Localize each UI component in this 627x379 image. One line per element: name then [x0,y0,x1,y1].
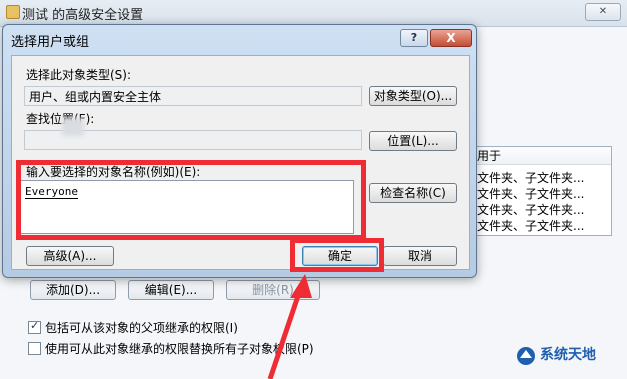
close-button[interactable]: X [430,29,472,47]
background-window-title: 测试 的高级安全设置 [22,8,144,23]
inherit-permissions-option[interactable]: 包括可从该对象的父项继承的权限(I) [28,319,238,336]
add-button[interactable]: 添加(D)... [30,280,116,300]
object-type-label: 选择此对象类型(S): [26,68,132,82]
privacy-blur [62,118,84,136]
cancel-button[interactable]: 取消 [383,246,457,266]
check-names-button[interactable]: 检查名称(C) [369,183,457,203]
inherit-permissions-label: 包括可从该对象的父项继承的权限(I) [45,321,238,335]
background-titlebar: 测试 的高级安全设置 ✕ [0,0,627,27]
red-arrow-icon [267,274,312,379]
folder-icon [6,5,20,19]
list-item[interactable]: 文件夹、子文件夹... [477,201,584,218]
list-header-applies-to[interactable]: 用于 [471,147,611,165]
advanced-button[interactable]: 高级(A)... [26,246,114,266]
background-close-button[interactable]: ✕ [585,3,621,21]
watermark-text: 系统天地 [540,347,596,363]
object-types-button[interactable]: 对象类型(O)... [369,86,457,106]
edit-button[interactable]: 编辑(E)... [128,280,214,300]
checkbox-checked-icon[interactable] [28,319,41,334]
highlight-ok-button-box [290,238,384,272]
dialog-title: 选择用户或组 [11,35,90,50]
highlight-name-input-box [16,160,366,240]
checkbox-unchecked-icon[interactable] [28,342,41,355]
list-item[interactable]: 文件夹、子文件夹... [477,217,584,234]
list-item[interactable]: 文件夹、子文件夹... [477,185,584,202]
object-type-field: 用户、组或内置安全主体 [24,86,362,106]
watermark-logo-icon [517,347,535,365]
help-button[interactable]: ? [400,29,428,47]
location-label: 查找位置(F): [26,112,95,126]
locations-button[interactable]: 位置(L)... [369,131,457,151]
list-item[interactable]: 文件夹、子文件夹... [477,169,584,186]
permission-entries-list[interactable]: 用于 文件夹、子文件夹... 文件夹、子文件夹... 文件夹、子文件夹... 文… [470,146,612,236]
